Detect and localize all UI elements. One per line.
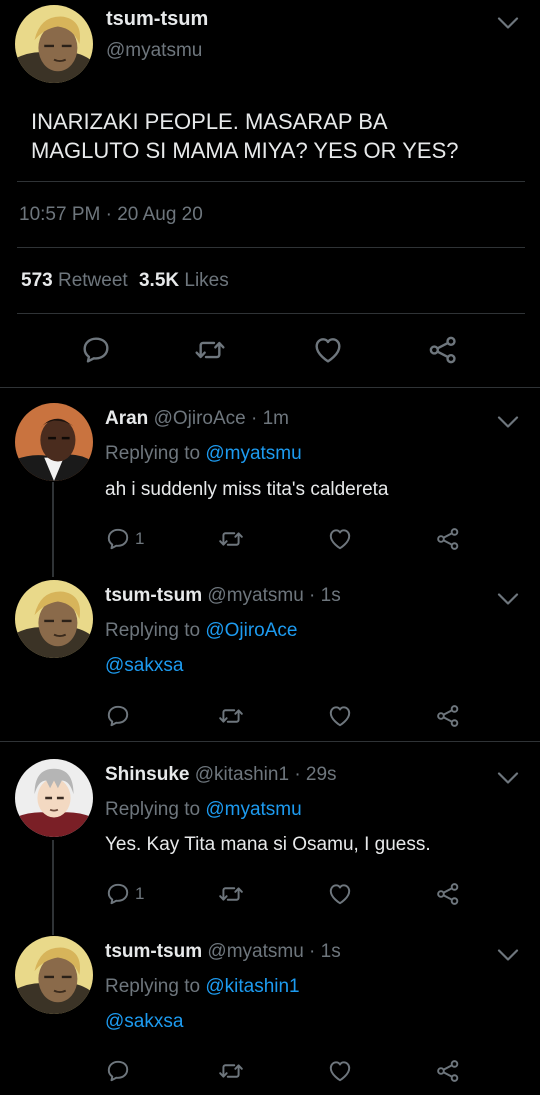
share-nodes-icon — [427, 334, 459, 366]
reply-count: 1 — [135, 884, 145, 903]
share-button[interactable] — [427, 334, 459, 366]
reply-header: tsum-tsum @myatsmu · 1s — [105, 585, 341, 607]
heart-icon — [327, 1058, 353, 1084]
replying-to: Replying to @kitashin1 — [105, 976, 300, 998]
main-display-name[interactable]: tsum-tsum — [106, 8, 208, 31]
replying-to-link[interactable]: @myatsmu — [205, 443, 301, 464]
like-button[interactable] — [327, 703, 353, 729]
avatar[interactable] — [15, 759, 93, 837]
retweet-button[interactable] — [217, 1058, 245, 1084]
reply-button[interactable] — [105, 1058, 135, 1084]
share-button[interactable] — [435, 1058, 461, 1084]
share-nodes-icon — [435, 881, 461, 907]
engagement-stats: 573 Retweet 3.5K Likes — [21, 270, 229, 292]
comment-bubble-icon — [80, 334, 112, 366]
chevron-down-icon[interactable] — [497, 948, 519, 962]
retweets-count[interactable]: 573 — [21, 270, 53, 291]
share-nodes-icon — [435, 526, 461, 552]
reply-button[interactable]: 1 — [105, 526, 144, 552]
avatar[interactable] — [15, 5, 93, 83]
retweets-label[interactable]: Retweet — [58, 270, 128, 291]
avatar[interactable] — [15, 580, 93, 658]
comment-bubble-icon — [105, 526, 131, 552]
retweet-button[interactable] — [217, 703, 245, 729]
like-button[interactable] — [312, 334, 344, 366]
retweet-arrows-icon — [217, 881, 245, 907]
share-button[interactable] — [435, 703, 461, 729]
share-nodes-icon — [435, 1058, 461, 1084]
reply-handle-time[interactable]: @myatsmu · 1s — [207, 585, 340, 606]
reply-header: Shinsuke @kitashin1 · 29s — [105, 764, 337, 786]
replying-to-prefix: Replying to — [105, 976, 206, 997]
reply-handle-time[interactable]: @myatsmu · 1s — [207, 941, 340, 962]
reply-text: Yes. Kay Tita mana si Osamu, I guess. — [105, 834, 431, 855]
reply-display-name[interactable]: tsum-tsum — [105, 585, 202, 606]
replying-to: Replying to @myatsmu — [105, 799, 302, 821]
reply-count: 1 — [135, 529, 145, 548]
likes-label[interactable]: Likes — [184, 270, 228, 291]
reply-handle-time[interactable]: @kitashin1 · 29s — [195, 764, 337, 785]
likes-count[interactable]: 3.5K — [139, 270, 179, 291]
heart-icon — [327, 703, 353, 729]
retweet-button[interactable] — [193, 334, 227, 366]
retweet-arrows-icon — [217, 703, 245, 729]
divider — [17, 181, 525, 182]
like-button[interactable] — [327, 526, 353, 552]
like-button[interactable] — [327, 881, 353, 907]
replying-to: Replying to @myatsmu — [105, 443, 302, 465]
comment-bubble-icon — [105, 881, 131, 907]
chevron-down-icon[interactable] — [497, 415, 519, 429]
retweet-arrows-icon — [217, 526, 245, 552]
heart-icon — [327, 526, 353, 552]
reply-header: Aran @OjiroAce · 1m — [105, 408, 289, 430]
retweet-button[interactable] — [217, 881, 245, 907]
thread-line — [52, 482, 54, 577]
thread-line — [52, 840, 54, 935]
replying-to-prefix: Replying to — [105, 620, 206, 641]
comment-bubble-icon — [105, 1058, 131, 1084]
replying-to: Replying to @OjiroAce — [105, 620, 298, 642]
replying-to-link[interactable]: @kitashin1 — [205, 976, 299, 997]
reply-handle-time[interactable]: @OjiroAce · 1m — [154, 408, 289, 429]
avatar[interactable] — [15, 403, 93, 481]
share-button[interactable] — [435, 526, 461, 552]
reply-text: ah i suddenly miss tita's caldereta — [105, 479, 389, 500]
chevron-down-icon[interactable] — [497, 16, 519, 30]
retweet-button[interactable] — [217, 526, 245, 552]
reply-header: tsum-tsum @myatsmu · 1s — [105, 941, 341, 963]
main-tweet-line-1: INARIZAKI PEOPLE. MASARAP BA — [31, 109, 388, 134]
share-nodes-icon — [435, 703, 461, 729]
reply-display-name[interactable]: Aran — [105, 408, 148, 429]
retweet-arrows-icon — [193, 334, 227, 366]
divider — [17, 247, 525, 248]
main-handle[interactable]: @myatsmu — [106, 40, 202, 62]
main-tweet-line-2: MAGLUTO SI MAMA MIYA? YES OR YES? — [31, 138, 459, 163]
replying-to-link[interactable]: @myatsmu — [205, 799, 301, 820]
reply-display-name[interactable]: Shinsuke — [105, 764, 189, 785]
share-button[interactable] — [435, 881, 461, 907]
heart-icon — [327, 881, 353, 907]
replying-to-prefix: Replying to — [105, 443, 206, 464]
reply-button[interactable] — [80, 334, 112, 366]
chevron-down-icon[interactable] — [497, 771, 519, 785]
main-tweet-text: INARIZAKI PEOPLE. MASARAP BA MAGLUTO SI … — [31, 107, 459, 165]
chevron-down-icon[interactable] — [497, 592, 519, 606]
reply-button[interactable] — [105, 703, 135, 729]
replying-to-prefix: Replying to — [105, 799, 206, 820]
comment-bubble-icon — [105, 703, 131, 729]
divider — [0, 741, 540, 742]
retweet-arrows-icon — [217, 1058, 245, 1084]
replying-to-link[interactable]: @OjiroAce — [205, 620, 297, 641]
like-button[interactable] — [327, 1058, 353, 1084]
reply-text[interactable]: @sakxsa — [105, 655, 183, 677]
reply-button[interactable]: 1 — [105, 881, 144, 907]
reply-text[interactable]: @sakxsa — [105, 1011, 183, 1033]
avatar[interactable] — [15, 936, 93, 1014]
heart-icon — [312, 334, 344, 366]
main-timestamp[interactable]: 10:57 PM · 20 Aug 20 — [19, 204, 203, 226]
divider — [0, 387, 540, 388]
reply-display-name[interactable]: tsum-tsum — [105, 941, 202, 962]
divider — [17, 313, 525, 314]
